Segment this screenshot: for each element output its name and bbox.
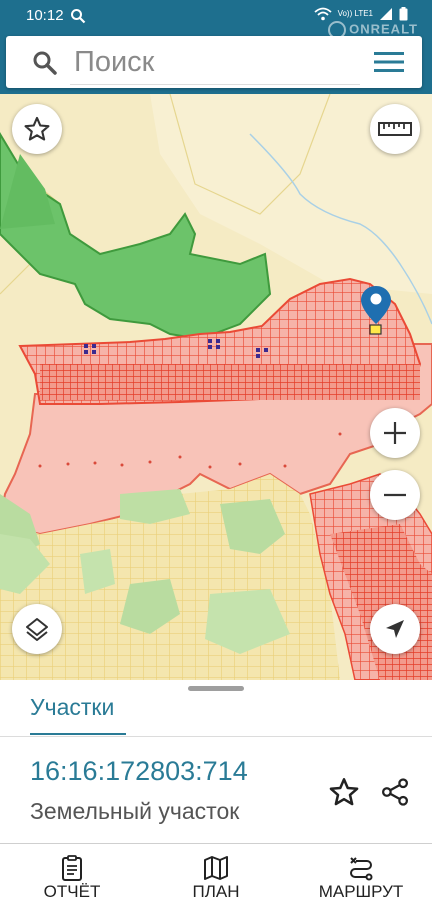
signal-icon [380,8,392,20]
clipboard-icon [62,855,82,881]
map-canvas[interactable] [0,94,432,680]
status-search-icon [71,9,86,24]
tab-active-indicator [30,733,126,735]
nav-plan-label: ПЛАН [192,882,240,901]
wifi-icon [313,7,332,21]
share-icon[interactable] [380,776,410,808]
map-parcels-dense[interactable] [40,364,420,400]
battery-icon [399,7,408,21]
hamburger-menu-icon[interactable] [374,50,404,74]
search-box [6,36,422,88]
my-location-button[interactable] [370,604,420,654]
ruler-icon [378,122,412,136]
app-root: 10:12 Vo)) LTE1 ONREALT Поиск Участки 16… [0,0,432,910]
cadastral-number[interactable]: 16:16:172803:714 [30,756,248,787]
minus-icon [384,493,406,497]
tab-parcels[interactable]: Участки [30,694,114,721]
star-outline-icon[interactable] [328,776,360,808]
route-icon [350,857,373,881]
map-view[interactable] [0,94,432,680]
navigation-arrow-icon [386,620,404,638]
nav-route-label: МАРШРУТ [318,882,404,901]
watermark-logo-icon [328,21,347,39]
ruler-button[interactable] [370,104,420,154]
plus-icon [384,422,406,444]
status-time: 10:12 [26,7,64,24]
search-input[interactable] [74,44,354,80]
nav-route[interactable]: МАРШРУТ [306,844,416,910]
zoom-out-button[interactable] [370,470,420,520]
search-underline [70,84,360,85]
map-icon [204,856,228,880]
watermark: ONREALT [328,21,418,39]
nav-report-label: ОТЧЁТ [43,882,101,901]
sheet-divider [0,736,432,737]
status-right-icons: Vo)) LTE1 [313,7,408,21]
nav-report[interactable]: ОТЧЁТ [24,844,120,910]
nav-plan[interactable]: ПЛАН [168,844,264,910]
selected-parcel[interactable] [369,324,382,335]
watermark-text: ONREALT [349,21,418,37]
parcel-type: Земельный участок [30,798,240,824]
layers-icon [26,618,48,641]
network-label: Vo)) LTE1 [337,9,373,18]
sheet-drag-handle[interactable] [188,686,244,691]
bottom-navigation: ОТЧЁТ ПЛАН МАРШРУТ [0,843,432,910]
favorites-button[interactable] [12,104,62,154]
search-icon[interactable] [32,50,58,76]
zoom-in-button[interactable] [370,408,420,458]
layers-button[interactable] [12,604,62,654]
star-outline-icon [24,116,50,141]
search-bar-area [0,32,432,94]
